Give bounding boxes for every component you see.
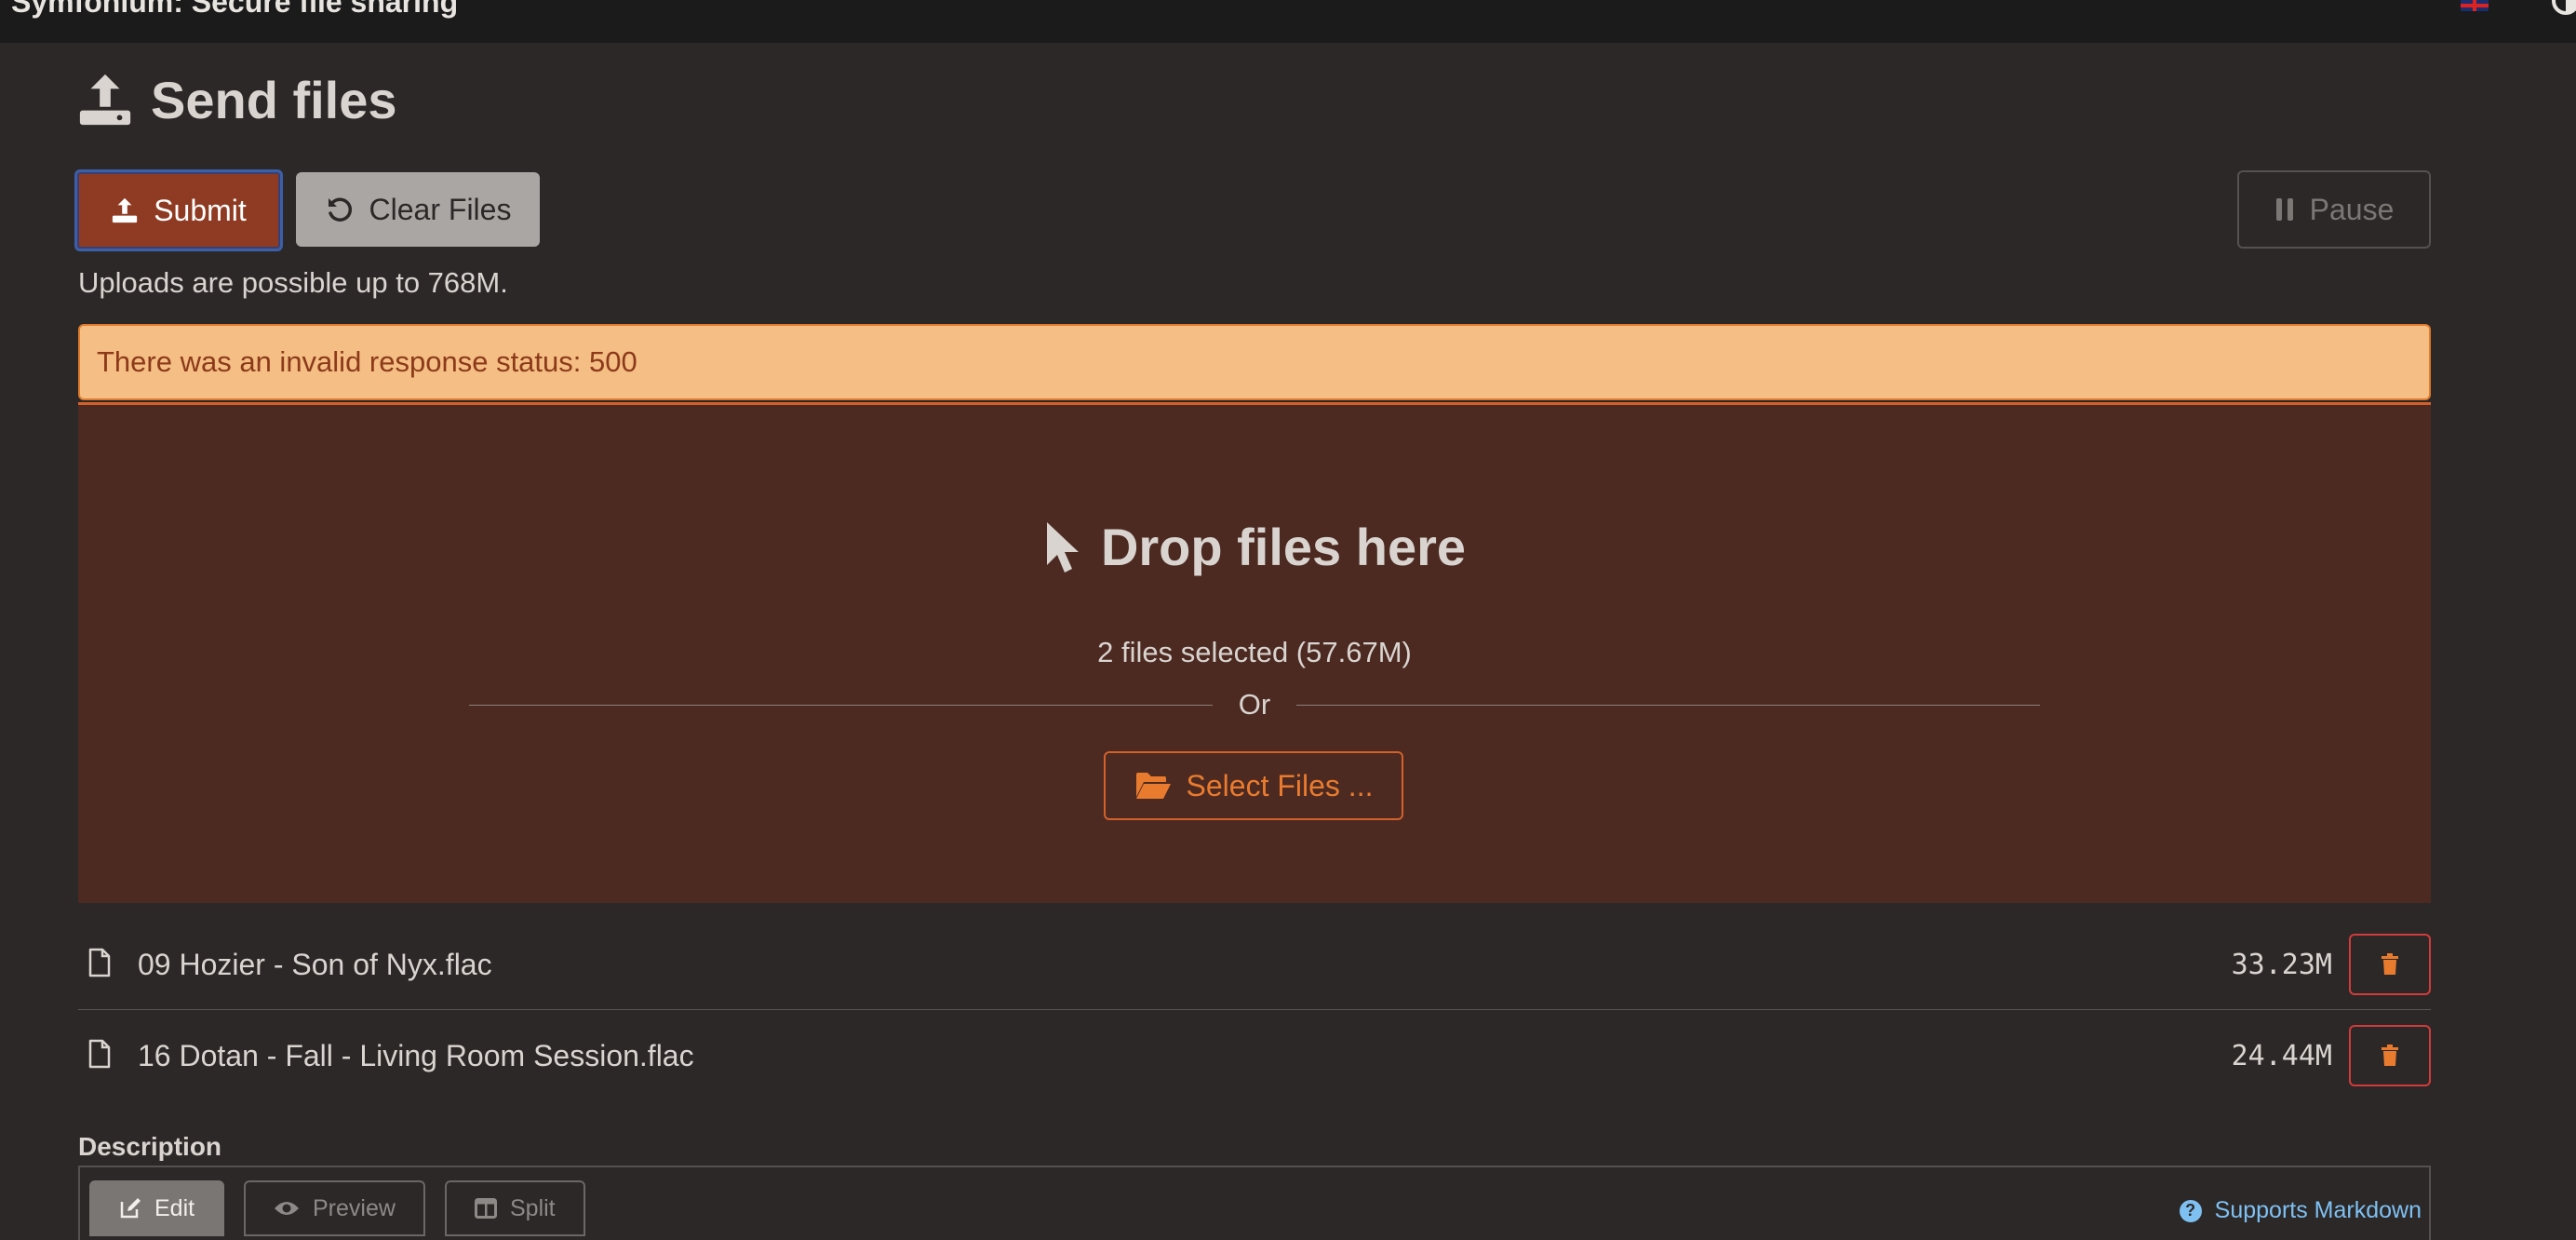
select-files-button[interactable]: Select Files ... [1104,751,1403,820]
pause-button[interactable]: Pause [2237,170,2431,249]
file-size: 33.23M [2231,948,2332,981]
file-name: 09 Hozier - Son of Nyx.flac [138,947,492,981]
submit-label: Submit [154,193,247,227]
file-icon [88,1039,111,1069]
select-files-label: Select Files ... [1186,768,1374,802]
pause-label: Pause [2309,192,2395,226]
cursor-pointer-icon [1046,521,1079,573]
file-list-item: 16 Dotan - Fall - Living Room Session.fl… [78,1011,2431,1100]
tab-edit[interactable]: Edit [89,1180,225,1236]
top-navbar: Symfonium: Secure file sharing [0,0,2576,43]
supports-markdown-link[interactable]: ? Supports Markdown [2179,1197,2422,1224]
upload-icon [79,74,131,126]
tab-edit-label: Edit [154,1194,195,1221]
edit-icon [120,1198,141,1219]
undo-icon [328,197,352,222]
description-editor: Edit Preview Split ? Supports Markdown [78,1166,2431,1240]
error-alert: There was an invalid response status: 50… [78,324,2431,400]
clear-files-label: Clear Files [369,192,512,226]
or-text: Or [1238,688,1271,721]
upload-icon [113,197,138,223]
delete-file-button[interactable] [2349,1025,2431,1086]
divider-line [1296,704,2040,706]
columns-icon [475,1198,497,1219]
app-title[interactable]: Symfonium: Secure file sharing [11,0,458,20]
question-circle-icon: ? [2179,1199,2202,1222]
file-size: 24.44M [2231,1039,2332,1072]
folder-open-icon [1135,773,1171,799]
or-divider: Or [469,684,2040,725]
trash-icon [2381,953,2398,975]
file-icon [88,948,111,977]
files-selected-text: 2 files selected (57.67M) [1097,636,1412,668]
file-list-item: 09 Hozier - Son of Nyx.flac 33.23M [78,920,2431,1010]
tab-split-label: Split [510,1194,556,1221]
description-label: Description [78,1132,222,1161]
dropzone-title: Drop files here [78,517,2431,577]
alert-message: There was an invalid response status: 50… [97,345,637,378]
pause-icon [2275,198,2293,221]
tab-split[interactable]: Split [445,1180,585,1236]
dropzone[interactable]: Drop files here 2 files selected (57.67M… [78,402,2431,903]
tab-preview[interactable]: Preview [244,1180,425,1236]
theme-toggle-icon[interactable] [2552,0,2576,15]
tab-preview-label: Preview [313,1194,396,1221]
upload-limit-text: Uploads are possible up to 768M. [78,266,508,299]
eye-icon [275,1202,299,1215]
clear-files-button[interactable]: Clear Files [296,172,540,247]
trash-icon [2381,1045,2398,1066]
file-name: 16 Dotan - Fall - Living Room Session.fl… [138,1038,694,1072]
dropzone-title-text: Drop files here [1100,518,1467,576]
divider-line [469,704,1213,706]
submit-button[interactable]: Submit [74,169,283,251]
uk-flag-icon[interactable] [2461,0,2489,11]
supports-markdown-label: Supports Markdown [2214,1197,2422,1223]
delete-file-button[interactable] [2349,934,2431,995]
page-heading: Send files [76,67,397,132]
page-title: Send files [151,70,397,129]
